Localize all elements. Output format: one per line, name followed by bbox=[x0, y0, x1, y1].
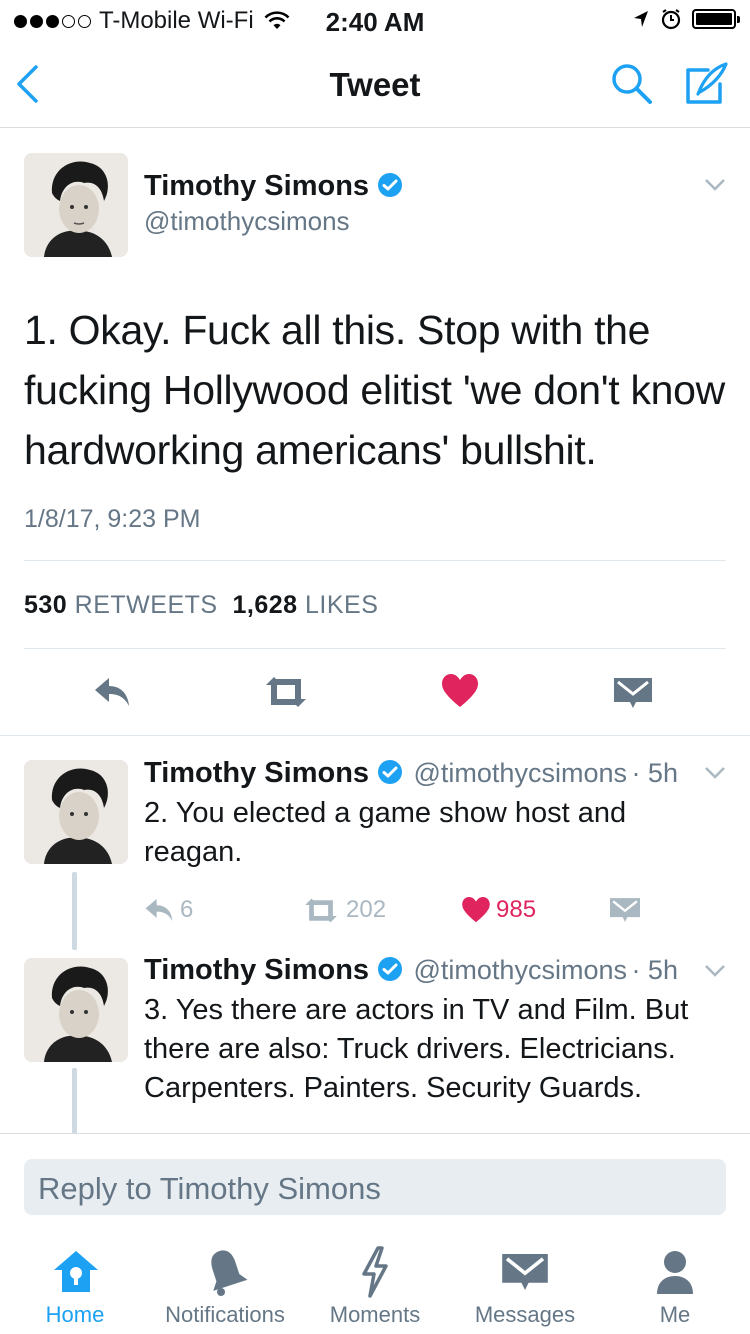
reply-icon[interactable] bbox=[93, 676, 131, 708]
retweets-count[interactable]: 530 bbox=[24, 591, 67, 619]
reply-author-handle[interactable]: @timothycsimons bbox=[414, 758, 627, 788]
verified-badge-icon bbox=[378, 760, 403, 784]
reply-count: 6 bbox=[180, 896, 194, 923]
tab-label: Notifications bbox=[165, 1302, 285, 1327]
home-icon bbox=[54, 1251, 98, 1292]
reply-compose-field[interactable]: Reply to Timothy Simons bbox=[24, 1159, 726, 1215]
reply-text-clip: 3. Yes there are actors in TV and Film. … bbox=[144, 991, 714, 1133]
tab-label: Messages bbox=[474, 1302, 576, 1327]
tweet-timestamp: 1/8/17, 9:23 PM bbox=[24, 505, 201, 533]
reply-time: · 5h bbox=[631, 758, 678, 788]
alarm-icon bbox=[661, 9, 681, 30]
reply-header: Timothy Simons @timothycsimons · 5h bbox=[144, 954, 678, 987]
status-right-group bbox=[632, 8, 740, 30]
search-icon[interactable] bbox=[610, 62, 654, 106]
divider bbox=[0, 735, 750, 736]
divider bbox=[24, 560, 726, 561]
verified-badge-icon bbox=[378, 173, 403, 197]
divider bbox=[24, 648, 726, 649]
heart-icon[interactable] bbox=[442, 674, 478, 708]
compose-icon[interactable] bbox=[682, 60, 730, 108]
bell-icon bbox=[211, 1250, 248, 1296]
tweet-stats: 530 RETWEETS 1,628 LIKES bbox=[24, 591, 378, 620]
tab-bar: Home Notifications Moments Messages Me bbox=[0, 1242, 750, 1334]
battery-icon bbox=[692, 9, 740, 29]
avatar[interactable] bbox=[24, 153, 128, 257]
author-name[interactable]: Timothy Simons bbox=[144, 170, 369, 202]
likes-count[interactable]: 1,628 bbox=[232, 591, 297, 619]
reply-action[interactable]: 6 bbox=[144, 896, 193, 924]
retweets-label[interactable]: RETWEETS bbox=[75, 591, 218, 619]
direct-message-icon[interactable] bbox=[610, 898, 640, 922]
tab-label: Moments bbox=[329, 1302, 421, 1327]
reply-author-name[interactable]: Timothy Simons bbox=[144, 757, 369, 789]
thread-connector bbox=[72, 1068, 77, 1134]
status-bar: T-Mobile Wi-Fi 2:40 AM bbox=[0, 0, 750, 40]
avatar-photo bbox=[24, 958, 128, 1062]
avatar[interactable] bbox=[24, 958, 128, 1062]
reply-icon bbox=[145, 898, 173, 922]
location-arrow-icon bbox=[634, 11, 648, 27]
reply-header: Timothy Simons @timothycsimons · 5h bbox=[144, 757, 678, 790]
reply-text: 2. You elected a game show host and reag… bbox=[144, 797, 627, 868]
chevron-down-icon[interactable] bbox=[704, 964, 726, 978]
tab-label: Me bbox=[659, 1302, 691, 1327]
reply-time: · 5h bbox=[631, 955, 678, 985]
avatar[interactable] bbox=[24, 760, 128, 864]
tab-label: Home bbox=[45, 1302, 105, 1327]
like-count: 985 bbox=[496, 896, 537, 923]
retweet-action[interactable]: 202 bbox=[302, 896, 386, 924]
like-action[interactable]: 985 bbox=[462, 896, 536, 924]
compose-placeholder: Reply to Timothy Simons bbox=[38, 1171, 381, 1206]
avatar-photo bbox=[24, 760, 128, 864]
chevron-down-icon[interactable] bbox=[704, 766, 726, 780]
tweet-text: 1. Okay. Fuck all this. Stop with the fu… bbox=[24, 307, 725, 473]
heart-icon bbox=[462, 897, 490, 923]
reply-author-handle[interactable]: @timothycsimons bbox=[414, 955, 627, 985]
verified-badge-icon bbox=[378, 957, 403, 981]
thread-connector bbox=[72, 872, 77, 950]
envelope-icon bbox=[502, 1254, 548, 1290]
lightning-icon bbox=[362, 1246, 388, 1298]
likes-label[interactable]: LIKES bbox=[305, 591, 378, 619]
direct-message-icon[interactable] bbox=[614, 678, 652, 708]
author-handle[interactable]: @timothycsimons bbox=[144, 206, 350, 237]
retweet-icon[interactable] bbox=[262, 675, 310, 709]
person-icon bbox=[657, 1251, 693, 1294]
reply-text: 3. Yes there are actors in TV and Film. … bbox=[144, 994, 689, 1104]
reply-author-name[interactable]: Timothy Simons bbox=[144, 954, 369, 986]
nav-bar: Tweet bbox=[0, 40, 750, 128]
chevron-down-icon[interactable] bbox=[704, 178, 726, 192]
avatar-photo bbox=[24, 153, 128, 257]
retweet-count: 202 bbox=[346, 896, 387, 923]
retweet-icon bbox=[305, 898, 337, 922]
